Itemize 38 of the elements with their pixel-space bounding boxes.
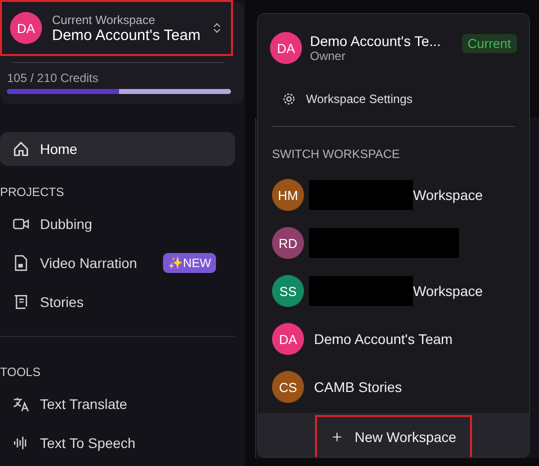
sidebar-item[interactable]: Text To Speech [0, 426, 235, 460]
workspace-settings-item[interactable]: Workspace Settings [258, 64, 529, 106]
switcher-label: Current Workspace [52, 12, 156, 26]
avatar[interactable]: DA [272, 323, 304, 355]
new-workspace-button[interactable]: New Workspace [316, 417, 470, 457]
avatar[interactable]: HM [272, 179, 304, 211]
workspace-item[interactable]: Demo Account's Team [314, 331, 453, 347]
current-badge: Current [462, 34, 517, 53]
sidebar-item[interactable]: Video Narration ✨NEW [0, 246, 235, 280]
workspace-name: Demo Account's Te... [310, 33, 442, 49]
avatar[interactable]: CS [272, 371, 304, 403]
workspace-row[interactable]: DA Demo Account's Team [258, 315, 529, 363]
role-text: Owner [310, 49, 346, 63]
workspace-name: Demo Account's Team [52, 26, 201, 44]
avatar[interactable]: SS [272, 275, 304, 307]
credits-text: 105 / 210 Credits [7, 71, 100, 85]
sidebar-item[interactable]: Stories [0, 285, 235, 319]
workspace-item[interactable]: Workspace [413, 187, 483, 203]
sidebar-item[interactable]: Home [0, 132, 235, 166]
plus-icon [330, 431, 343, 443]
avatar: DA [270, 32, 302, 64]
workspace-item[interactable]: CAMB Stories [314, 379, 402, 395]
scroll-icon [12, 293, 30, 311]
workspace-switcher[interactable]: DA Current Workspace Demo Account's Team [2, 2, 231, 54]
document-icon [12, 254, 30, 272]
avatar[interactable]: RD [272, 227, 304, 259]
avatar: DA [10, 12, 42, 44]
settings-icon [282, 92, 296, 106]
section-label: TOOLS [0, 365, 42, 379]
workspace-item[interactable]: Workspace [413, 283, 483, 299]
new-badge: ✨NEW [163, 253, 216, 273]
translate-icon [12, 395, 30, 413]
home-icon [12, 140, 30, 158]
section-label: PROJECTS [0, 185, 66, 199]
sidebar-item[interactable]: Dubbing [0, 207, 235, 241]
workspace-row[interactable]: CS CAMB Stories [258, 363, 529, 411]
section-label: SWITCH WORKSPACE [271, 146, 401, 163]
sidebar-item[interactable]: Text Translate [0, 387, 235, 421]
